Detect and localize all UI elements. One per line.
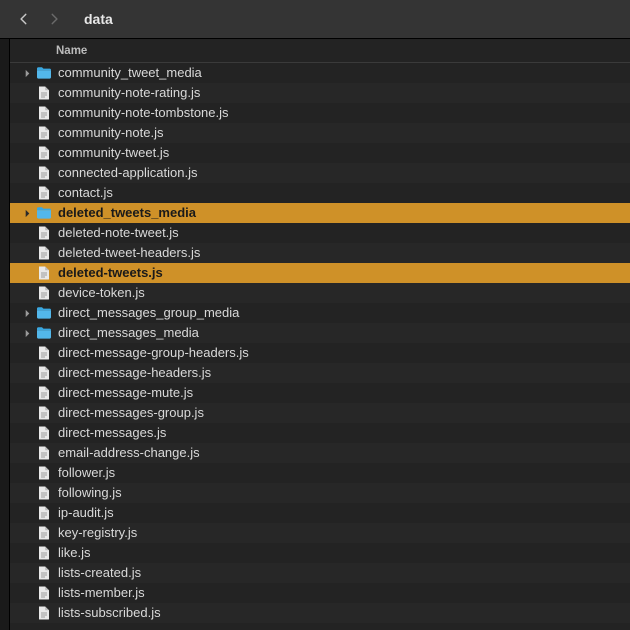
file-row[interactable]: deleted-tweet-headers.js — [10, 243, 630, 263]
nav-back-button[interactable] — [10, 5, 38, 33]
folder-row[interactable]: direct_messages_media — [10, 323, 630, 343]
row-label: community-note-rating.js — [58, 83, 200, 103]
file-icon — [36, 105, 52, 121]
row-label: email-address-change.js — [58, 443, 200, 463]
file-row[interactable]: community-note.js — [10, 123, 630, 143]
file-row[interactable]: direct-message-headers.js — [10, 363, 630, 383]
column-header-row[interactable]: Name — [10, 39, 630, 63]
file-icon — [36, 445, 52, 461]
file-row[interactable]: deleted-note-tweet.js — [10, 223, 630, 243]
file-browser-window: data Name community_tweet_mediacommunity… — [0, 0, 630, 630]
nav-forward-button[interactable] — [40, 5, 68, 33]
file-icon — [36, 125, 52, 141]
row-label: connected-application.js — [58, 163, 197, 183]
file-row[interactable]: like.js — [10, 543, 630, 563]
list-wrap: Name community_tweet_mediacommunity-note… — [10, 39, 630, 630]
disclosure-triangle-icon[interactable] — [22, 308, 32, 318]
file-icon — [36, 585, 52, 601]
file-icon — [36, 145, 52, 161]
row-label: deleted-note-tweet.js — [58, 223, 179, 243]
file-row[interactable]: ip-audit.js — [10, 503, 630, 523]
folder-icon — [36, 205, 52, 221]
row-label: deleted_tweets_media — [58, 203, 196, 223]
file-row[interactable]: direct-messages.js — [10, 423, 630, 443]
left-gutter — [0, 39, 10, 630]
row-label: deleted-tweet-headers.js — [58, 243, 200, 263]
body: Name community_tweet_mediacommunity-note… — [0, 38, 630, 630]
file-icon — [36, 485, 52, 501]
folder-title: data — [84, 11, 113, 27]
file-icon — [36, 225, 52, 241]
row-label: deleted-tweets.js — [58, 263, 163, 283]
folder-icon — [36, 325, 52, 341]
file-icon — [36, 605, 52, 621]
file-row[interactable]: following.js — [10, 483, 630, 503]
row-label: contact.js — [58, 183, 113, 203]
file-icon — [36, 385, 52, 401]
file-row[interactable]: community-note-rating.js — [10, 83, 630, 103]
row-label: follower.js — [58, 463, 115, 483]
row-label: lists-subscribed.js — [58, 603, 161, 623]
file-row[interactable]: direct-message-group-headers.js — [10, 343, 630, 363]
folder-row[interactable]: deleted_tweets_media — [10, 203, 630, 223]
file-row[interactable]: connected-application.js — [10, 163, 630, 183]
row-label: direct_messages_media — [58, 323, 199, 343]
file-row[interactable]: deleted-tweets.js — [10, 263, 630, 283]
file-icon — [36, 425, 52, 441]
row-label: community-note-tombstone.js — [58, 103, 229, 123]
file-row[interactable]: key-registry.js — [10, 523, 630, 543]
row-label: device-token.js — [58, 283, 145, 303]
file-row[interactable]: follower.js — [10, 463, 630, 483]
file-row[interactable]: direct-messages-group.js — [10, 403, 630, 423]
row-label: key-registry.js — [58, 523, 137, 543]
file-row[interactable]: device-token.js — [10, 283, 630, 303]
file-list[interactable]: community_tweet_mediacommunity-note-rati… — [10, 63, 630, 630]
file-icon — [36, 405, 52, 421]
row-label: following.js — [58, 483, 122, 503]
file-row[interactable]: direct-message-mute.js — [10, 383, 630, 403]
row-label: direct-message-group-headers.js — [58, 343, 249, 363]
file-icon — [36, 545, 52, 561]
row-label: direct_messages_group_media — [58, 303, 239, 323]
row-label: direct-message-mute.js — [58, 383, 193, 403]
file-icon — [36, 345, 52, 361]
row-label: lists-created.js — [58, 563, 141, 583]
file-icon — [36, 165, 52, 181]
disclosure-triangle-icon[interactable] — [22, 208, 32, 218]
folder-row[interactable]: community_tweet_media — [10, 63, 630, 83]
file-row[interactable]: email-address-change.js — [10, 443, 630, 463]
file-row[interactable]: lists-created.js — [10, 563, 630, 583]
file-icon — [36, 565, 52, 581]
file-icon — [36, 365, 52, 381]
row-label: lists-member.js — [58, 583, 145, 603]
file-icon — [36, 185, 52, 201]
file-row[interactable]: lists-member.js — [10, 583, 630, 603]
file-icon — [36, 505, 52, 521]
file-icon — [36, 525, 52, 541]
column-header-name: Name — [56, 45, 87, 57]
row-label: community_tweet_media — [58, 63, 202, 83]
file-icon — [36, 265, 52, 281]
folder-icon — [36, 305, 52, 321]
file-row[interactable]: community-tweet.js — [10, 143, 630, 163]
file-icon — [36, 245, 52, 261]
file-row[interactable]: lists-subscribed.js — [10, 603, 630, 623]
row-label: direct-message-headers.js — [58, 363, 211, 383]
row-label: direct-messages-group.js — [58, 403, 204, 423]
disclosure-triangle-icon[interactable] — [22, 68, 32, 78]
folder-row[interactable]: direct_messages_group_media — [10, 303, 630, 323]
file-icon — [36, 465, 52, 481]
folder-icon — [36, 65, 52, 81]
file-row[interactable]: community-note-tombstone.js — [10, 103, 630, 123]
disclosure-triangle-icon[interactable] — [22, 328, 32, 338]
titlebar: data — [0, 0, 630, 38]
row-label: direct-messages.js — [58, 423, 166, 443]
file-row[interactable]: contact.js — [10, 183, 630, 203]
row-label: community-tweet.js — [58, 143, 169, 163]
file-icon — [36, 85, 52, 101]
row-label: like.js — [58, 543, 91, 563]
row-label: community-note.js — [58, 123, 163, 143]
row-label: ip-audit.js — [58, 503, 114, 523]
file-icon — [36, 285, 52, 301]
